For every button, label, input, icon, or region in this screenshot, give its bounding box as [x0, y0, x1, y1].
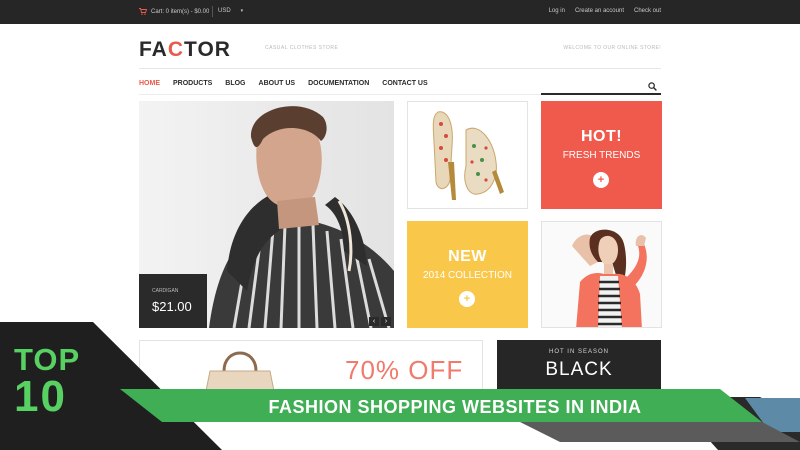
- top-number: 10: [14, 372, 67, 421]
- page: Cart: 0 item(s) - $0.00 USD ▾ Log in Crea…: [0, 0, 800, 450]
- top-10-label: TOP 10: [14, 344, 80, 419]
- top-word: TOP: [14, 342, 81, 377]
- banner-title: FASHION SHOPPING WEBSITES IN INDIA: [268, 397, 642, 417]
- banner-overlay: [0, 322, 800, 450]
